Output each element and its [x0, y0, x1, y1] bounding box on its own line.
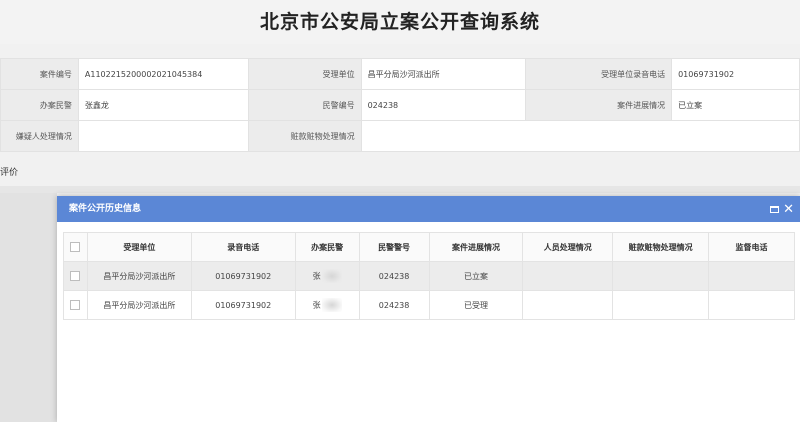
person-handling-cell	[522, 261, 614, 291]
officer-name: 张	[312, 271, 321, 281]
case-info-row: 办案民警 张鑫龙 民警编号 024238 案件进展情况 已立案	[0, 89, 800, 121]
badge-cell: 024238	[358, 290, 430, 320]
table-row[interactable]: 昌平分局沙河派出所 01069731902 张 024238 已立案	[63, 261, 795, 291]
redaction-blur	[321, 298, 342, 312]
row-checkbox[interactable]	[70, 271, 81, 281]
unit-cell: 昌平分局沙河派出所	[86, 290, 192, 320]
row-checkbox[interactable]	[70, 300, 81, 310]
column-header: 办案民警	[294, 232, 360, 262]
modal-backdrop	[0, 193, 57, 422]
case-info-table: 案件编号 A1102215200002021045384 受理单位 昌平分局沙河…	[0, 58, 800, 152]
table-header-row: 受理单位 录音电话 办案民警 民警警号 案件进展情况 人员处理情况 赃款赃物处理…	[63, 232, 795, 262]
table-row[interactable]: 昌平分局沙河派出所 01069731902 张 024238 已受理	[63, 290, 795, 320]
officer-name: 张	[312, 300, 321, 310]
column-header: 受理单位	[86, 232, 192, 262]
stolen-goods-cell	[612, 290, 710, 320]
column-header: 赃款赃物处理情况	[612, 232, 710, 262]
person-handling-cell	[522, 290, 614, 320]
history-table: 受理单位 录音电话 办案民警 民警警号 案件进展情况 人员处理情况 赃款赃物处理…	[63, 232, 795, 320]
officer-number-value: 024238	[360, 89, 527, 121]
history-modal: 案件公开历史信息 ✕ 受理单位 录音电话 办案民警 民警警号 案件进展情况 人员…	[57, 196, 800, 422]
section-divider	[0, 186, 800, 193]
row-select-cell	[63, 261, 88, 291]
officer-value: 张鑫龙	[77, 89, 249, 121]
stolen-goods-value	[360, 120, 800, 152]
page-title: 北京市公安局立案公开查询系统	[0, 0, 800, 44]
case-progress-value: 已立案	[671, 89, 800, 121]
column-header: 民警警号	[358, 232, 430, 262]
accepting-unit-label: 受理单位	[247, 58, 362, 90]
column-header: 监督电话	[708, 232, 795, 262]
accepting-unit-value: 昌平分局沙河派出所	[360, 58, 527, 90]
stolen-goods-label: 赃款赃物处理情况	[247, 120, 362, 152]
window-restore-icon[interactable]	[770, 205, 780, 213]
case-number-label: 案件编号	[0, 58, 79, 90]
case-number-value: A1102215200002021045384	[77, 58, 249, 90]
unit-cell: 昌平分局沙河派出所	[86, 261, 192, 291]
progress-cell: 已立案	[428, 261, 524, 291]
row-select-cell	[63, 290, 88, 320]
suspect-handling-label: 嫌疑人处理情况	[0, 120, 79, 152]
unit-phone-value: 01069731902	[671, 58, 800, 90]
select-all-cell	[63, 232, 88, 262]
stolen-goods-cell	[612, 261, 710, 291]
modal-header: 案件公开历史信息 ✕	[57, 196, 800, 222]
case-progress-label: 案件进展情况	[525, 89, 673, 121]
unit-phone-label: 受理单位录音电话	[525, 58, 673, 90]
badge-cell: 024238	[358, 261, 430, 291]
close-icon[interactable]: ✕	[783, 203, 794, 216]
case-info-row: 嫌疑人处理情况 赃款赃物处理情况	[0, 120, 800, 152]
officer-cell: 张	[294, 261, 360, 291]
officer-label: 办案民警	[0, 89, 79, 121]
evaluation-label: 评价	[0, 168, 19, 178]
officer-number-label: 民警编号	[247, 89, 362, 121]
officer-cell: 张	[294, 290, 360, 320]
modal-title: 案件公开历史信息	[69, 204, 142, 214]
phone-cell: 01069731902	[190, 261, 296, 291]
supervision-phone-cell	[708, 290, 795, 320]
progress-cell: 已受理	[428, 290, 524, 320]
column-header: 录音电话	[190, 232, 296, 262]
select-all-checkbox[interactable]	[70, 242, 81, 252]
supervision-phone-cell	[708, 261, 795, 291]
redaction-blur	[321, 269, 342, 283]
column-header: 人员处理情况	[522, 232, 614, 262]
case-info-row: 案件编号 A1102215200002021045384 受理单位 昌平分局沙河…	[0, 58, 800, 90]
suspect-handling-value	[77, 120, 249, 152]
column-header: 案件进展情况	[428, 232, 524, 262]
phone-cell: 01069731902	[190, 290, 296, 320]
modal-controls: ✕	[770, 196, 794, 222]
